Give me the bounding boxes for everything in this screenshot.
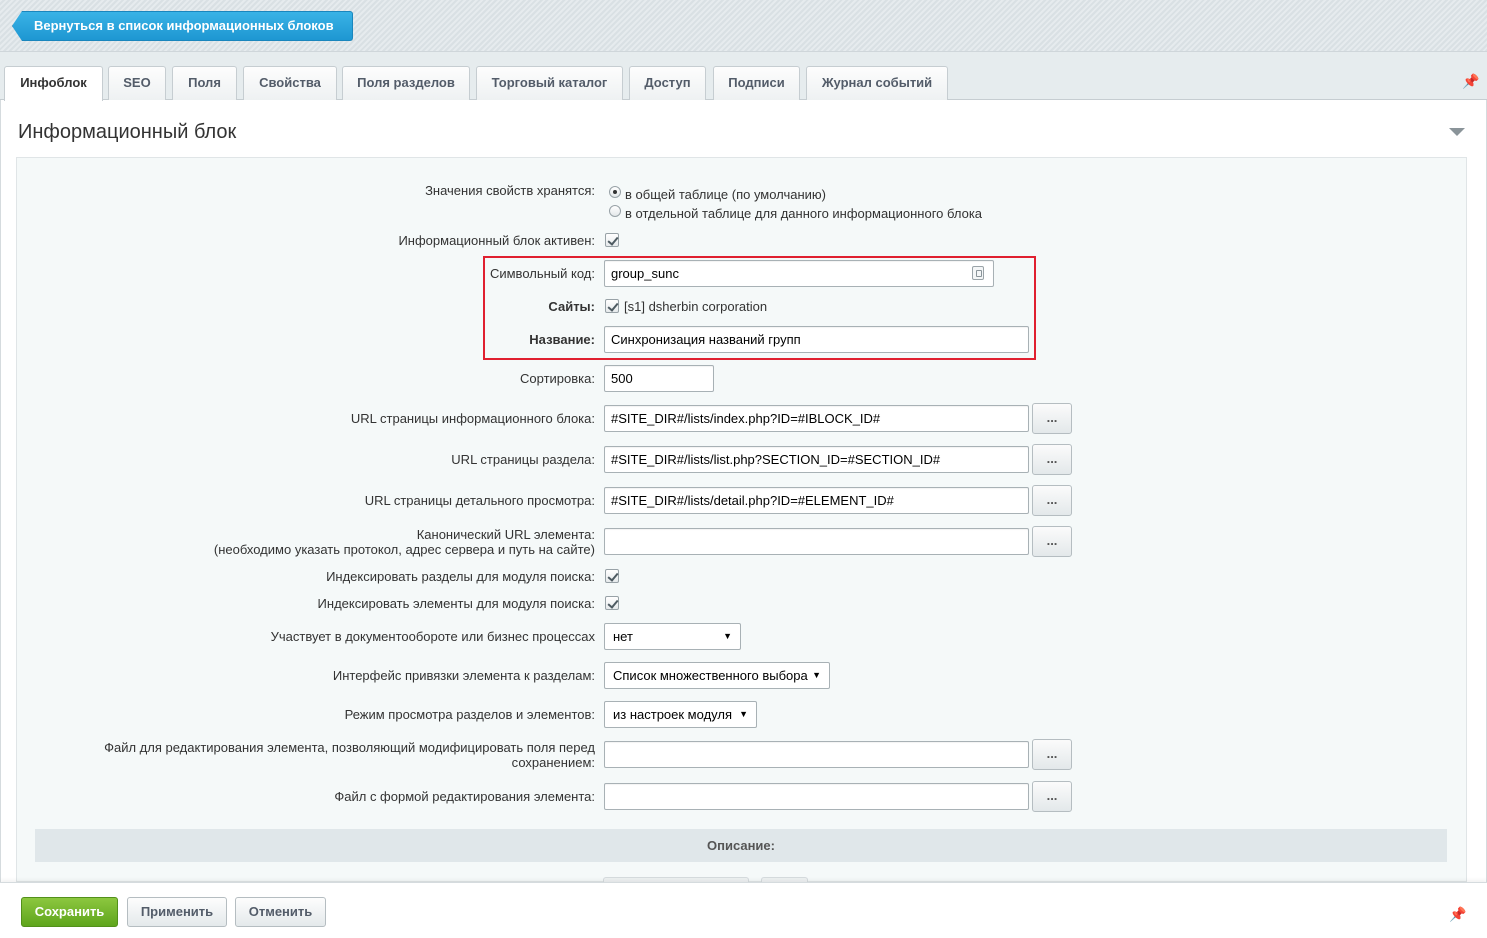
name-input[interactable]: Синхронизация названий групп [604, 326, 1029, 353]
top-bar: Вернуться в список информационных блоков [0, 0, 1487, 52]
canonical-url-browse-button[interactable]: ... [1032, 526, 1072, 557]
canonical-url-input[interactable] [604, 528, 1029, 555]
pin-icon[interactable]: 📌 [1449, 905, 1466, 923]
canonical-url-label: Канонический URL элемента: [416, 527, 595, 542]
tab-bar: Инфоблок SEO Поля Свойства Поля разделов… [0, 52, 1487, 101]
edit-file-label-cont: сохранением: [511, 755, 595, 770]
storage-label: Значения свойств хранятся: [425, 183, 595, 198]
sites-checkbox[interactable] [605, 299, 619, 313]
index-sections-label: Индексировать разделы для модуля поиска: [326, 569, 595, 584]
pin-icon[interactable]: 📌 [1462, 72, 1479, 90]
section-title: Информационный блок [18, 121, 237, 143]
sites-value: [s1] dsherbin corporation [624, 299, 768, 314]
index-elements-checkbox[interactable] [605, 596, 619, 610]
storage-separate-text: в отдельной таблице для данного информац… [625, 206, 983, 221]
lock-icon[interactable] [972, 266, 984, 280]
code-label: Символьный код: [489, 266, 595, 281]
tab-properties[interactable]: Свойства [243, 66, 337, 100]
workflow-select-value: нет [613, 629, 633, 644]
storage-separate-radio[interactable] [609, 205, 621, 217]
detail-url-browse-button[interactable]: ... [1032, 485, 1072, 516]
list-url-browse-button[interactable]: ... [1032, 403, 1072, 434]
index-sections-checkbox[interactable] [605, 569, 619, 583]
storage-common-radio[interactable] [609, 186, 621, 198]
tab-captions[interactable]: Подписи [713, 66, 800, 100]
index-elements-label: Индексировать элементы для модуля поиска… [317, 596, 595, 611]
tab-access[interactable]: Доступ [629, 66, 706, 100]
tab-section-fields[interactable]: Поля разделов [342, 66, 470, 100]
detail-url-input[interactable]: #SITE_DIR#/lists/detail.php?ID=#ELEMENT_… [604, 487, 1029, 514]
tab-infoblock[interactable]: Инфоблок [4, 66, 103, 101]
cancel-button[interactable]: Отменить [235, 897, 326, 927]
active-checkbox[interactable] [605, 233, 619, 247]
section-url-label: URL страницы раздела: [451, 452, 595, 467]
section-url-browse-button[interactable]: ... [1032, 444, 1072, 475]
back-to-list-button[interactable]: Вернуться в список информационных блоков [12, 11, 353, 41]
apply-button[interactable]: Применить [127, 897, 227, 927]
tab-fields[interactable]: Поля [172, 66, 237, 100]
view-mode-label: Режим просмотра разделов и элементов: [344, 707, 595, 722]
view-mode-select[interactable]: из настроек модуля ▼ [604, 701, 757, 728]
footer-bar: Сохранить Применить Отменить 📌 [0, 882, 1487, 938]
name-label: Название: [529, 332, 595, 347]
workflow-label: Участвует в документообороте или бизнес … [270, 629, 595, 644]
section-url-input[interactable]: #SITE_DIR#/lists/list.php?SECTION_ID=#SE… [604, 446, 1029, 473]
list-url-input[interactable]: #SITE_DIR#/lists/index.php?ID=#IBLOCK_ID… [604, 405, 1029, 432]
form-file-input[interactable] [604, 783, 1029, 810]
storage-common-text: в общей таблице (по умолчанию) [625, 187, 827, 202]
section-interface-select[interactable]: Список множественного выбора ▼ [604, 662, 830, 689]
tab-seo[interactable]: SEO [108, 66, 166, 100]
form-file-label: Файл с формой редактирования элемента: [334, 789, 595, 804]
tab-event-log[interactable]: Журнал событий [806, 66, 948, 100]
form-file-browse-button[interactable]: ... [1032, 781, 1072, 812]
tab-trade-catalog[interactable]: Торговый каталог [476, 66, 623, 100]
list-url-label: URL страницы информационного блока: [350, 411, 595, 426]
detail-url-label: URL страницы детального просмотра: [364, 493, 595, 508]
sites-label: Сайты: [548, 299, 595, 314]
workflow-select[interactable]: нет ▼ [604, 623, 741, 650]
chevron-down-icon[interactable] [1449, 128, 1465, 136]
edit-file-browse-button[interactable]: ... [1032, 739, 1072, 770]
code-input[interactable]: group_sunc [604, 260, 994, 287]
active-label: Информационный блок активен: [398, 233, 595, 248]
edit-file-label: Файл для редактирования элемента, позвол… [104, 740, 595, 755]
dropdown-arrow-icon: ▼ [812, 670, 821, 680]
view-mode-select-value: из настроек модуля [613, 707, 732, 722]
save-button[interactable]: Сохранить [21, 897, 118, 927]
sort-label: Сортировка: [520, 371, 595, 386]
dropdown-arrow-icon: ▼ [739, 709, 748, 719]
section-interface-label: Интерфейс привязки элемента к разделам: [332, 668, 595, 683]
edit-file-input[interactable] [604, 741, 1029, 768]
dropdown-arrow-icon: ▼ [723, 631, 732, 641]
sort-input[interactable]: 500 [604, 365, 714, 392]
description-header: Описание: [35, 829, 1447, 862]
canonical-url-hint: (необходимо указать протокол, адрес серв… [213, 542, 595, 557]
section-interface-select-value: Список множественного выбора [613, 668, 808, 683]
